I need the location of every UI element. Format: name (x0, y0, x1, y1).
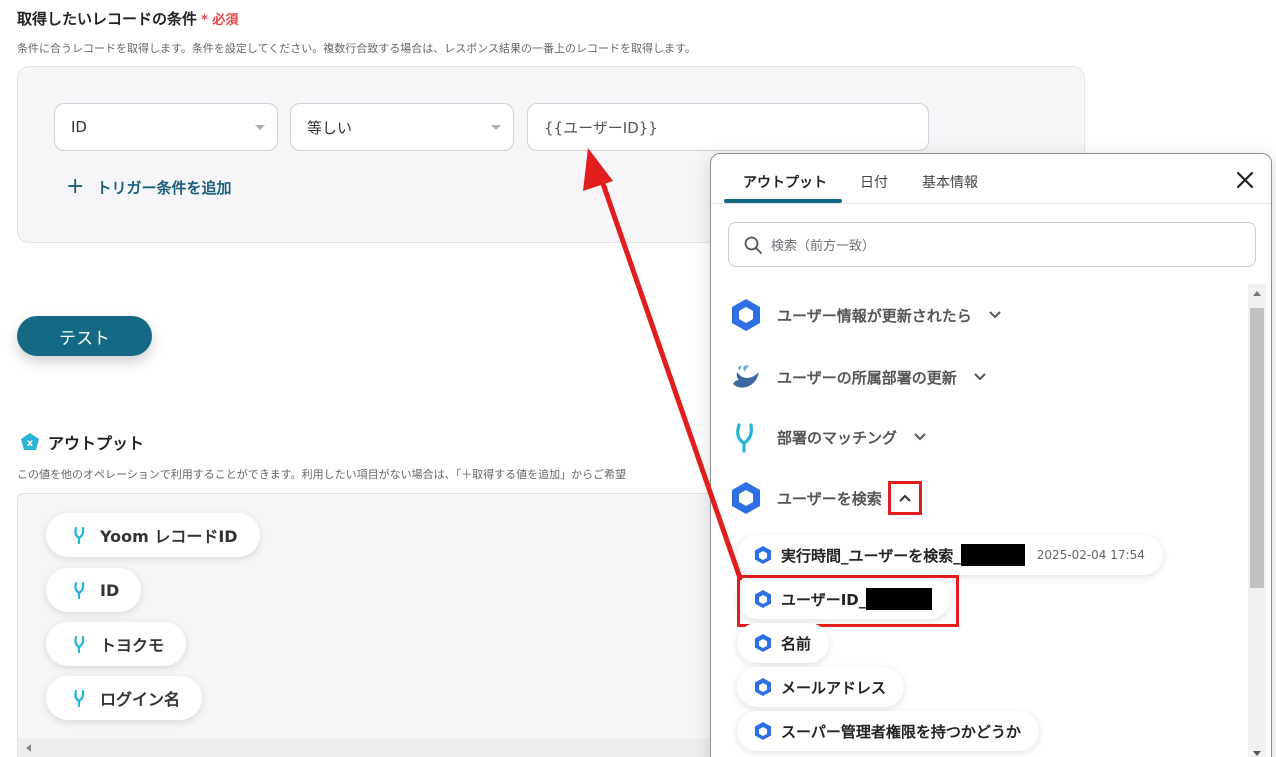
output-description: この値を他のオペレーションで利用することができます。利用したい項目がない場合は、… (17, 468, 627, 481)
output-chip-id[interactable]: ID (46, 568, 142, 612)
operator-select-value: 等しい (307, 118, 353, 137)
svg-text:x: x (27, 438, 34, 449)
panel-tabs: アウトプット 日付 基本情報 (711, 154, 1271, 204)
output-item-email[interactable]: メールアドレス (737, 667, 905, 707)
add-condition-label: トリガー条件を追加 (96, 178, 232, 197)
group-user-updated[interactable]: ユーザー情報が更新されたら (729, 298, 1002, 332)
output-item-exec-time[interactable]: 実行時間_ユーザーを検索_ 2025-02-04 17:54 (737, 535, 1163, 575)
output-item-label: スーパー管理者権限を持つかどうか (781, 722, 1021, 741)
test-button[interactable]: テスト (17, 316, 152, 356)
output-chip-label: ログイン名 (100, 690, 181, 709)
chevron-down-icon (973, 373, 986, 381)
conditions-description: 条件に合うレコードを取得します。条件を設定してください。複数行合致する場合は、レ… (17, 42, 696, 55)
output-chip-record-id[interactable]: Yoom レコードID (46, 513, 260, 557)
group-department-update[interactable]: ユーザーの所属部署の更新 (729, 360, 987, 394)
bird-logo-icon (729, 360, 763, 394)
output-chip-toyokumo[interactable]: トヨクモ (46, 622, 187, 666)
google-workspace-icon (755, 722, 771, 740)
group-search-user[interactable]: ユーザーを検索 (729, 481, 922, 515)
horizontal-scrollbar[interactable] (18, 738, 718, 757)
scroll-left-icon[interactable] (26, 744, 31, 752)
google-workspace-icon (755, 678, 771, 696)
group-label: ユーザー情報が更新されたら (777, 306, 972, 325)
output-item-name[interactable]: 名前 (737, 623, 830, 663)
yoom-logo-icon (74, 635, 85, 654)
output-item-label: 名前 (781, 634, 812, 653)
output-chip-label: トヨクモ (100, 636, 165, 655)
scroll-down-icon[interactable] (1253, 751, 1261, 756)
redaction-bar (960, 544, 1025, 566)
yoom-logo-icon (74, 689, 85, 708)
search-placeholder: 検索（前方一致） (771, 239, 876, 254)
caret-down-icon (491, 125, 501, 130)
output-title-text: アウトプット (48, 434, 145, 453)
yoom-logo-icon (74, 581, 85, 600)
output-chip-login-name[interactable]: ログイン名 (46, 676, 203, 720)
chevron-up-icon (898, 494, 911, 502)
required-badge: * 必須 (201, 13, 239, 28)
output-item-label: メールアドレス (781, 678, 887, 697)
add-condition-button[interactable]: + トリガー条件を追加 (66, 176, 231, 198)
active-tab-indicator (724, 199, 842, 203)
operator-select[interactable]: 等しい (290, 103, 514, 151)
vertical-scrollbar[interactable] (1248, 284, 1266, 757)
search-input[interactable]: 検索（前方一致） (728, 222, 1256, 267)
chevron-down-icon (988, 311, 1001, 319)
google-workspace-icon (729, 298, 763, 332)
tab-output[interactable]: アウトプット (743, 172, 827, 192)
chevron-down-icon (914, 433, 926, 441)
collapse-toggle[interactable] (887, 481, 922, 515)
output-x-icon: x (21, 433, 39, 450)
output-item-super-admin[interactable]: スーパー管理者権限を持つかどうか (737, 711, 1039, 751)
group-label: ユーザーの所属部署の更新 (777, 368, 957, 387)
tab-basic-info[interactable]: 基本情報 (922, 172, 978, 192)
tab-date[interactable]: 日付 (860, 172, 888, 192)
close-icon[interactable] (1233, 168, 1257, 192)
output-item-label: 実行時間_ユーザーを検索_ (781, 546, 961, 565)
scroll-up-icon[interactable] (1253, 291, 1261, 296)
output-chip-label: Yoom レコードID (100, 527, 238, 546)
conditions-title-text: 取得したいレコードの条件 (17, 10, 198, 28)
google-workspace-icon (755, 546, 771, 564)
search-icon (744, 236, 762, 254)
caret-down-icon (255, 125, 265, 130)
output-item-value: 2025-02-04 17:54 (1036, 548, 1145, 562)
field-select[interactable]: ID (54, 103, 278, 151)
google-workspace-icon (729, 481, 763, 515)
group-label: 部署のマッチング (777, 428, 898, 447)
value-input[interactable]: {{ユーザーID}} (527, 103, 929, 151)
highlight-box (737, 575, 959, 627)
output-chip-label: ID (100, 580, 120, 600)
group-department-matching[interactable]: 部署のマッチング (729, 420, 927, 454)
yoom-logo-icon (729, 420, 763, 454)
yoom-logo-icon (74, 526, 85, 545)
output-title: x アウトプット (20, 430, 144, 454)
scrollbar-thumb[interactable] (1250, 308, 1264, 588)
value-input-text: {{ユーザーID}} (544, 118, 658, 137)
conditions-title: 取得したいレコードの条件 * 必須 (17, 8, 238, 29)
required-text: 必須 (212, 13, 239, 28)
google-workspace-icon (755, 634, 771, 652)
field-select-value: ID (71, 118, 87, 136)
plus-icon: + (66, 174, 85, 199)
group-label: ユーザーを検索 (777, 489, 882, 508)
